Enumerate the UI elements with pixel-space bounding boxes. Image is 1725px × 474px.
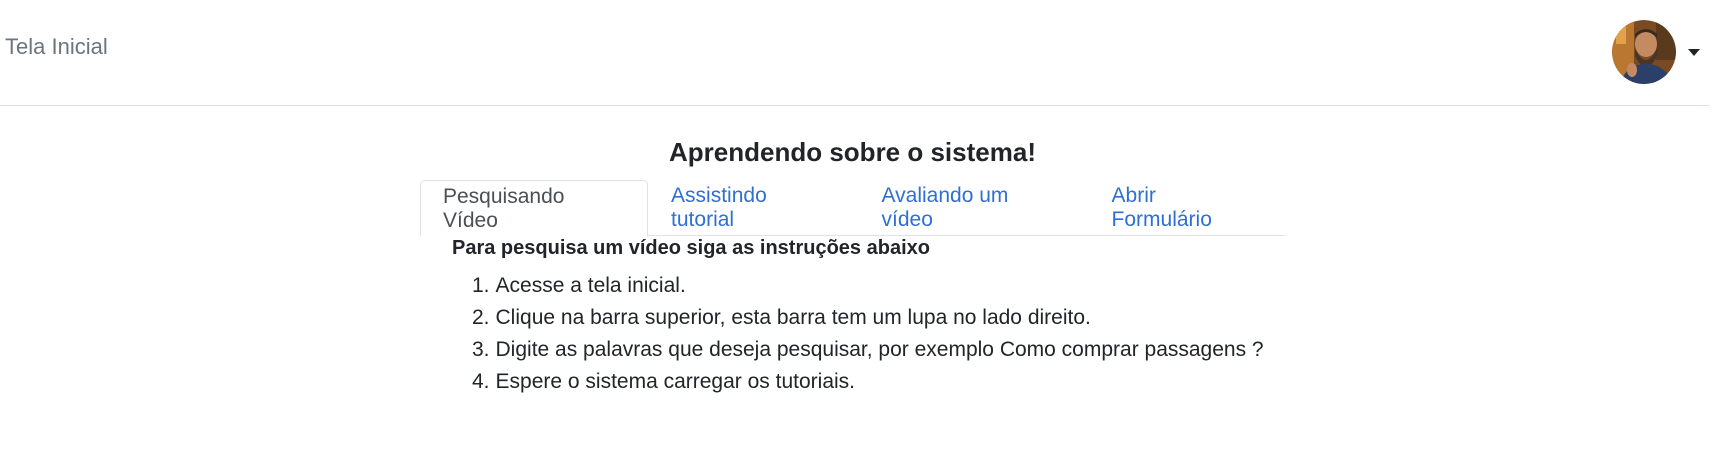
tab-assistindo-tutorial[interactable]: Assistindo tutorial <box>648 180 859 236</box>
tab-list: Pesquisando Vídeo Assistindo tutorial Av… <box>420 180 1285 237</box>
page-title: Aprendendo sobre o sistema! <box>669 137 1036 167</box>
list-item: 2. Clique na barra superior, esta barra t… <box>472 302 1352 334</box>
list-item: 4. Espere o sistema carregar os tutoriais… <box>472 366 1352 398</box>
tab-avaliando-video[interactable]: Avaliando um vídeo <box>859 180 1089 236</box>
tab-pesquisando-video[interactable]: Pesquisando Vídeo <box>420 180 649 237</box>
instructions-list: 1. Acesse a tela inicial. 2. Clique na bar… <box>452 270 1352 398</box>
list-item: 3. Digite as palavras que deseja pesquisa… <box>472 334 1352 366</box>
step-number: 4. <box>472 370 490 393</box>
tab-abrir-formulario[interactable]: Abrir Formulário <box>1089 180 1285 236</box>
panel-heading: Para pesquisa um vídeo siga as instruçõe… <box>452 237 930 259</box>
brand-link-home[interactable]: Tela Inicial <box>5 34 108 60</box>
step-text: Espere o sistema carregar os tutoriais. <box>495 370 855 393</box>
user-avatar[interactable] <box>1612 20 1676 84</box>
step-text: Clique na barra superior, esta barra tem… <box>495 306 1091 329</box>
step-text: Digite as palavras que deseja pesquisar,… <box>495 338 1264 361</box>
tab-panel: Para pesquisa um vídeo siga as instruçõe… <box>452 237 1352 398</box>
step-number: 2. <box>472 306 490 329</box>
top-navbar: Tela Inicial <box>0 0 1710 106</box>
caret-down-icon[interactable] <box>1688 48 1700 56</box>
list-item: 1. Acesse a tela inicial. <box>472 270 1352 302</box>
step-text: Acesse a tela inicial. <box>495 274 686 297</box>
step-number: 1. <box>472 274 490 297</box>
step-number: 3. <box>472 338 490 361</box>
user-menu-dropdown[interactable] <box>1612 19 1700 85</box>
avatar-photo-icon <box>1612 20 1676 84</box>
